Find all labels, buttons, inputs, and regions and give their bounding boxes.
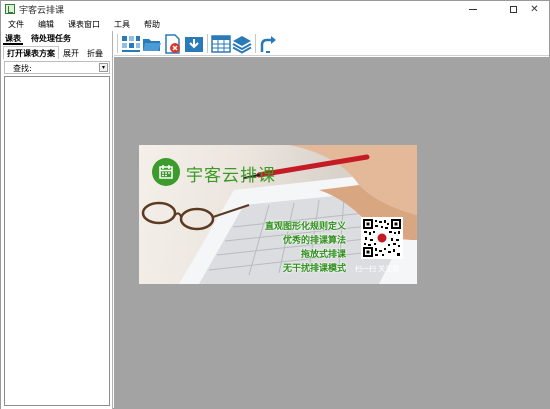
minimize-button[interactable]	[458, 1, 488, 17]
download-icon	[185, 37, 203, 52]
menu-tools[interactable]: 工具	[107, 17, 137, 31]
toolbar-separator	[255, 34, 256, 53]
delete-button[interactable]	[163, 34, 183, 54]
schedule-tree[interactable]	[4, 76, 110, 406]
menu-file[interactable]: 文件	[1, 17, 31, 31]
expand-button[interactable]: 展开	[59, 46, 83, 59]
share-icon	[260, 36, 276, 53]
qr-caption: 扫一扫 关注我	[355, 265, 400, 273]
grid-layout-button[interactable]	[121, 34, 141, 54]
qr-code-image	[363, 219, 401, 257]
close-icon: ✕	[530, 3, 539, 15]
brand-name: 宇客云排课	[186, 166, 276, 186]
close-button[interactable]: ✕	[520, 1, 549, 17]
share-button[interactable]	[258, 34, 278, 54]
app-icon	[5, 4, 15, 14]
table-button[interactable]	[211, 34, 231, 54]
layers-button[interactable]	[232, 34, 252, 54]
tab-pending-tasks[interactable]: 待处理任务	[29, 33, 73, 45]
brand-logo	[152, 158, 180, 186]
splash-banner: 宇客云排课 直观图形化规则定义 优秀的排课算法 拖放式排课 无干扰排课模式 扫一…	[139, 145, 417, 284]
tab-schedule[interactable]: 课表	[3, 33, 23, 45]
left-panel: 课表 待处理任务 打开课表方案 展开 折叠 查找: ▾	[1, 31, 113, 409]
qr-code	[361, 217, 403, 259]
toolbar-separator	[117, 34, 118, 53]
feature-text: 无干扰排课模式	[282, 264, 346, 274]
download-button[interactable]	[184, 34, 204, 54]
menu-edit[interactable]: 编辑	[31, 17, 61, 31]
app-window: 宇客云排课 ✕ 文件 编辑 课表窗口 工具 帮助 课表 待处理任务 打开课表方案…	[0, 0, 550, 409]
panel-tabs: 课表 待处理任务	[3, 33, 73, 45]
panel-subtabs: 打开课表方案 展开 折叠	[3, 46, 107, 59]
minimize-icon	[469, 8, 477, 10]
calendar-icon	[159, 165, 173, 179]
table-icon	[211, 35, 231, 53]
search-dropdown-button[interactable]: ▾	[99, 63, 108, 72]
menu-schedule-window[interactable]: 课表窗口	[61, 17, 107, 31]
search-input[interactable]	[33, 63, 99, 73]
title-bar: 宇客云排课 ✕	[1, 1, 549, 17]
collapse-button[interactable]: 折叠	[83, 46, 107, 59]
window-title: 宇客云排课	[19, 6, 65, 16]
search-label: 查找:	[13, 64, 32, 73]
open-button[interactable]	[142, 34, 162, 54]
feature-text: 优秀的排课算法	[282, 236, 346, 246]
feature-text: 拖放式排课	[300, 250, 346, 260]
toolbar	[114, 31, 549, 56]
search-row: 查找: ▾	[4, 61, 110, 74]
toolbar-separator	[207, 34, 208, 53]
open-plan-button[interactable]: 打开课表方案	[3, 46, 59, 59]
maximize-icon	[509, 5, 517, 13]
grid-layout-icon	[122, 36, 140, 52]
layers-icon	[232, 36, 252, 54]
menu-help[interactable]: 帮助	[137, 17, 167, 31]
delete-file-icon	[165, 34, 180, 54]
feature-text: 直观图形化规则定义	[264, 222, 346, 232]
menu-bar: 文件 编辑 课表窗口 工具 帮助	[1, 17, 549, 31]
open-folder-icon	[143, 39, 161, 51]
